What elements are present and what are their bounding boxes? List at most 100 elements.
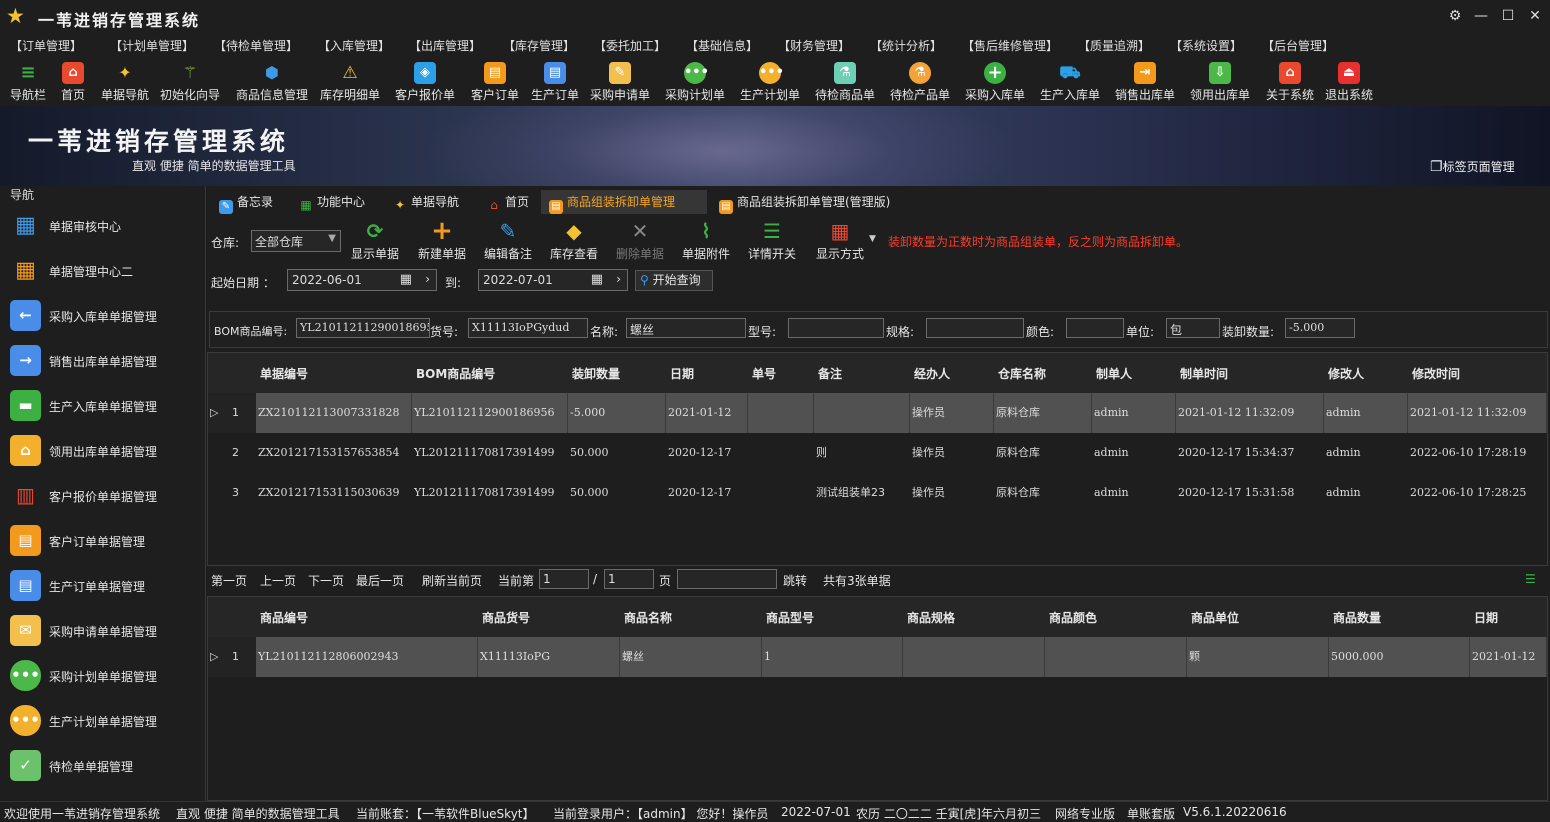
table-row[interactable]: ▷ 1 YL210112112806002943 X11113IoPG 螺丝 1… [208,637,1547,677]
toolbar-requisition-out-button[interactable]: ⇩ 领用出库单 [1188,58,1252,104]
calendar-icon[interactable]: ▦ [400,272,412,287]
table-row[interactable]: 2 ZX201217153157653854 YL201211170817391… [208,433,1547,473]
toolbar-production-order-button[interactable]: ▤ 生产订单 [528,58,582,104]
col-date[interactable]: 日期 [670,365,694,382]
bom-code-field[interactable]: YL210112112900186956 [296,318,430,338]
col-creator[interactable]: 制单人 [1096,365,1132,382]
sidebar-item-requisition-out[interactable]: ⌂ 领用出库单单据管理 [0,428,205,473]
col-product-qty[interactable]: 商品数量 [1333,609,1381,626]
menu-inventory[interactable]: 【库存管理】 [503,37,575,54]
toolbar-production-in-button[interactable]: ⛟ 生产入库单 [1038,58,1102,104]
menu-backend[interactable]: 【后台管理】 [1262,37,1334,54]
menu-basic-info[interactable]: 【基础信息】 [686,37,758,54]
stock-view-button[interactable]: ◆ 库存查看 [547,216,601,262]
calendar-icon[interactable]: ▦ [591,272,603,287]
col-product-color[interactable]: 商品颜色 [1049,609,1097,626]
refresh-page-link[interactable]: 刷新当前页 [422,572,482,589]
col-product-model[interactable]: 商品型号 [766,609,814,626]
next-page-link[interactable]: 下一页 [308,572,344,589]
toolbar-pending-product-button[interactable]: ⚗ 待检商品单 [813,58,877,104]
table-row[interactable]: 3 ZX201217153115030639 YL201211170817391… [208,473,1547,513]
col-handler[interactable]: 经办人 [914,365,950,382]
sidebar-item-production-in[interactable]: ▬ 生产入库单单据管理 [0,383,205,428]
start-query-button[interactable]: ⚲ 开始查询 [635,270,713,291]
prev-page-link[interactable]: 上一页 [260,572,296,589]
tab-assembly-mgmt[interactable]: ▤ 商品组装拆卸单管理 [541,190,707,214]
col-bom-code[interactable]: BOM商品编号 [416,365,495,382]
sidebar-item-production-order[interactable]: ▤ 生产订单单据管理 [0,563,205,608]
new-doc-button[interactable]: + 新建单据 [415,216,469,262]
tab-memo[interactable]: ✎ 备忘录 [211,190,289,214]
tab-doc-nav[interactable]: ✦ 单据导航 [385,190,475,214]
sidebar-item-sales-out[interactable]: → 销售出库单单据管理 [0,338,205,383]
col-doc-no[interactable]: 单据编号 [260,365,308,382]
menu-after-sales[interactable]: 【售后维修管理】 [962,37,1058,54]
menu-statistics[interactable]: 【统计分析】 [870,37,942,54]
menu-inbound[interactable]: 【入库管理】 [318,37,390,54]
toolbar-quote-button[interactable]: ◈ 客户报价单 [393,58,457,104]
close-button[interactable]: ✕ [1524,6,1546,26]
name-field[interactable]: 螺丝 [626,318,746,338]
col-warehouse[interactable]: 仓库名称 [998,365,1046,382]
toolbar-purchase-plan-button[interactable]: ••• 采购计划单 [663,58,727,104]
col-product-name[interactable]: 商品名称 [624,609,672,626]
menu-outbound[interactable]: 【出库管理】 [409,37,481,54]
toolbar-production-plan-button[interactable]: ••• 生产计划单 [738,58,802,104]
end-date-picker[interactable]: 2022-07-01 ▦ › [478,269,628,291]
show-docs-button[interactable]: ⟳ 显示单据 [349,216,401,262]
sidebar-item-audit-center[interactable]: ▦ 单据审核中心 [0,203,205,248]
col-created-time[interactable]: 制单时间 [1180,365,1228,382]
toolbar-exit-button[interactable]: ⏏ 退出系统 [1322,58,1376,104]
chevron-right-icon[interactable]: › [616,272,621,286]
toolbar-stock-detail-button[interactable]: ⚠ 库存明细单 [318,58,382,104]
jump-button[interactable]: 跳转 [783,572,807,589]
col-order-no[interactable]: 单号 [752,365,776,382]
total-pages-field[interactable]: 1 [604,569,654,589]
toolbar-nav-button[interactable]: ≡ 导航栏 [6,58,50,104]
col-product-date[interactable]: 日期 [1474,609,1498,626]
col-modified-time[interactable]: 修改时间 [1412,365,1460,382]
unit-field[interactable]: 包 [1166,318,1220,338]
col-product-sku[interactable]: 商品货号 [482,609,530,626]
start-date-picker[interactable]: 2022-06-01 ▦ › [287,269,437,291]
sidebar-item-quote[interactable]: ▥ 客户报价单单据管理 [0,473,205,518]
menu-system-settings[interactable]: 【系统设置】 [1170,37,1242,54]
tab-manager-button[interactable]: ❐标签页面管理 [1430,158,1515,175]
sku-field[interactable]: X11113IoPGydud [468,318,588,338]
spec-field[interactable] [926,318,1024,338]
toolbar-pending-goods-button[interactable]: ⚗ 待检产品单 [888,58,952,104]
col-qty[interactable]: 装卸数量 [572,365,620,382]
jump-page-input[interactable] [677,569,777,589]
col-product-spec[interactable]: 商品规格 [907,609,955,626]
toolbar-about-button[interactable]: ⌂ 关于系统 [1263,58,1317,104]
toolbar-purchase-in-button[interactable]: + 采购入库单 [963,58,1027,104]
toolbar-sales-out-button[interactable]: ⇥ 销售出库单 [1113,58,1177,104]
color-field[interactable] [1066,318,1124,338]
chevron-right-icon[interactable]: › [425,272,430,286]
menu-order[interactable]: 【订单管理】 [10,37,82,54]
toolbar-doc-nav-button[interactable]: ✦ 单据导航 [98,58,152,104]
sidebar-item-purchase-request[interactable]: ✉ 采购申请单单据管理 [0,608,205,653]
minimize-button[interactable]: — [1470,6,1492,26]
first-page-link[interactable]: 第一页 [211,572,247,589]
col-product-unit[interactable]: 商品单位 [1191,609,1239,626]
current-page-input[interactable]: 1 [539,569,589,589]
toolbar-home-button[interactable]: ⌂ 首页 [56,58,90,104]
toolbar-product-info-button[interactable]: ⬢ 商品信息管理 [234,58,310,104]
sidebar-item-purchase-in[interactable]: ← 采购入库单单据管理 [0,293,205,338]
edit-note-button[interactable]: ✎ 编辑备注 [481,216,535,262]
maximize-button[interactable]: ☐ [1497,6,1519,26]
sidebar-item-customer-order[interactable]: ▤ 客户订单单据管理 [0,518,205,563]
warehouse-select[interactable]: 全部仓库 ▼ [251,230,341,252]
tab-home[interactable]: ⌂ 首页 [479,190,539,214]
menu-quality[interactable]: 【质量追溯】 [1078,37,1150,54]
sidebar-item-pending-inspect[interactable]: ✓ 待检单单据管理 [0,743,205,788]
tab-function-center[interactable]: ▦ 功能中心 [291,190,381,214]
column-settings-icon[interactable]: ☰ [1525,572,1536,586]
tab-assembly-mgmt-admin[interactable]: ▤ 商品组装拆卸单管理(管理版) [711,190,931,214]
sidebar-item-purchase-plan[interactable]: ••• 采购计划单单据管理 [0,653,205,698]
qty-field[interactable]: -5.000 [1285,318,1355,338]
table-row[interactable]: ▷ 1 ZX210112113007331828 YL2101121129001… [208,393,1547,433]
model-field[interactable] [788,318,884,338]
settings-gear-icon[interactable]: ⚙ [1444,6,1466,26]
